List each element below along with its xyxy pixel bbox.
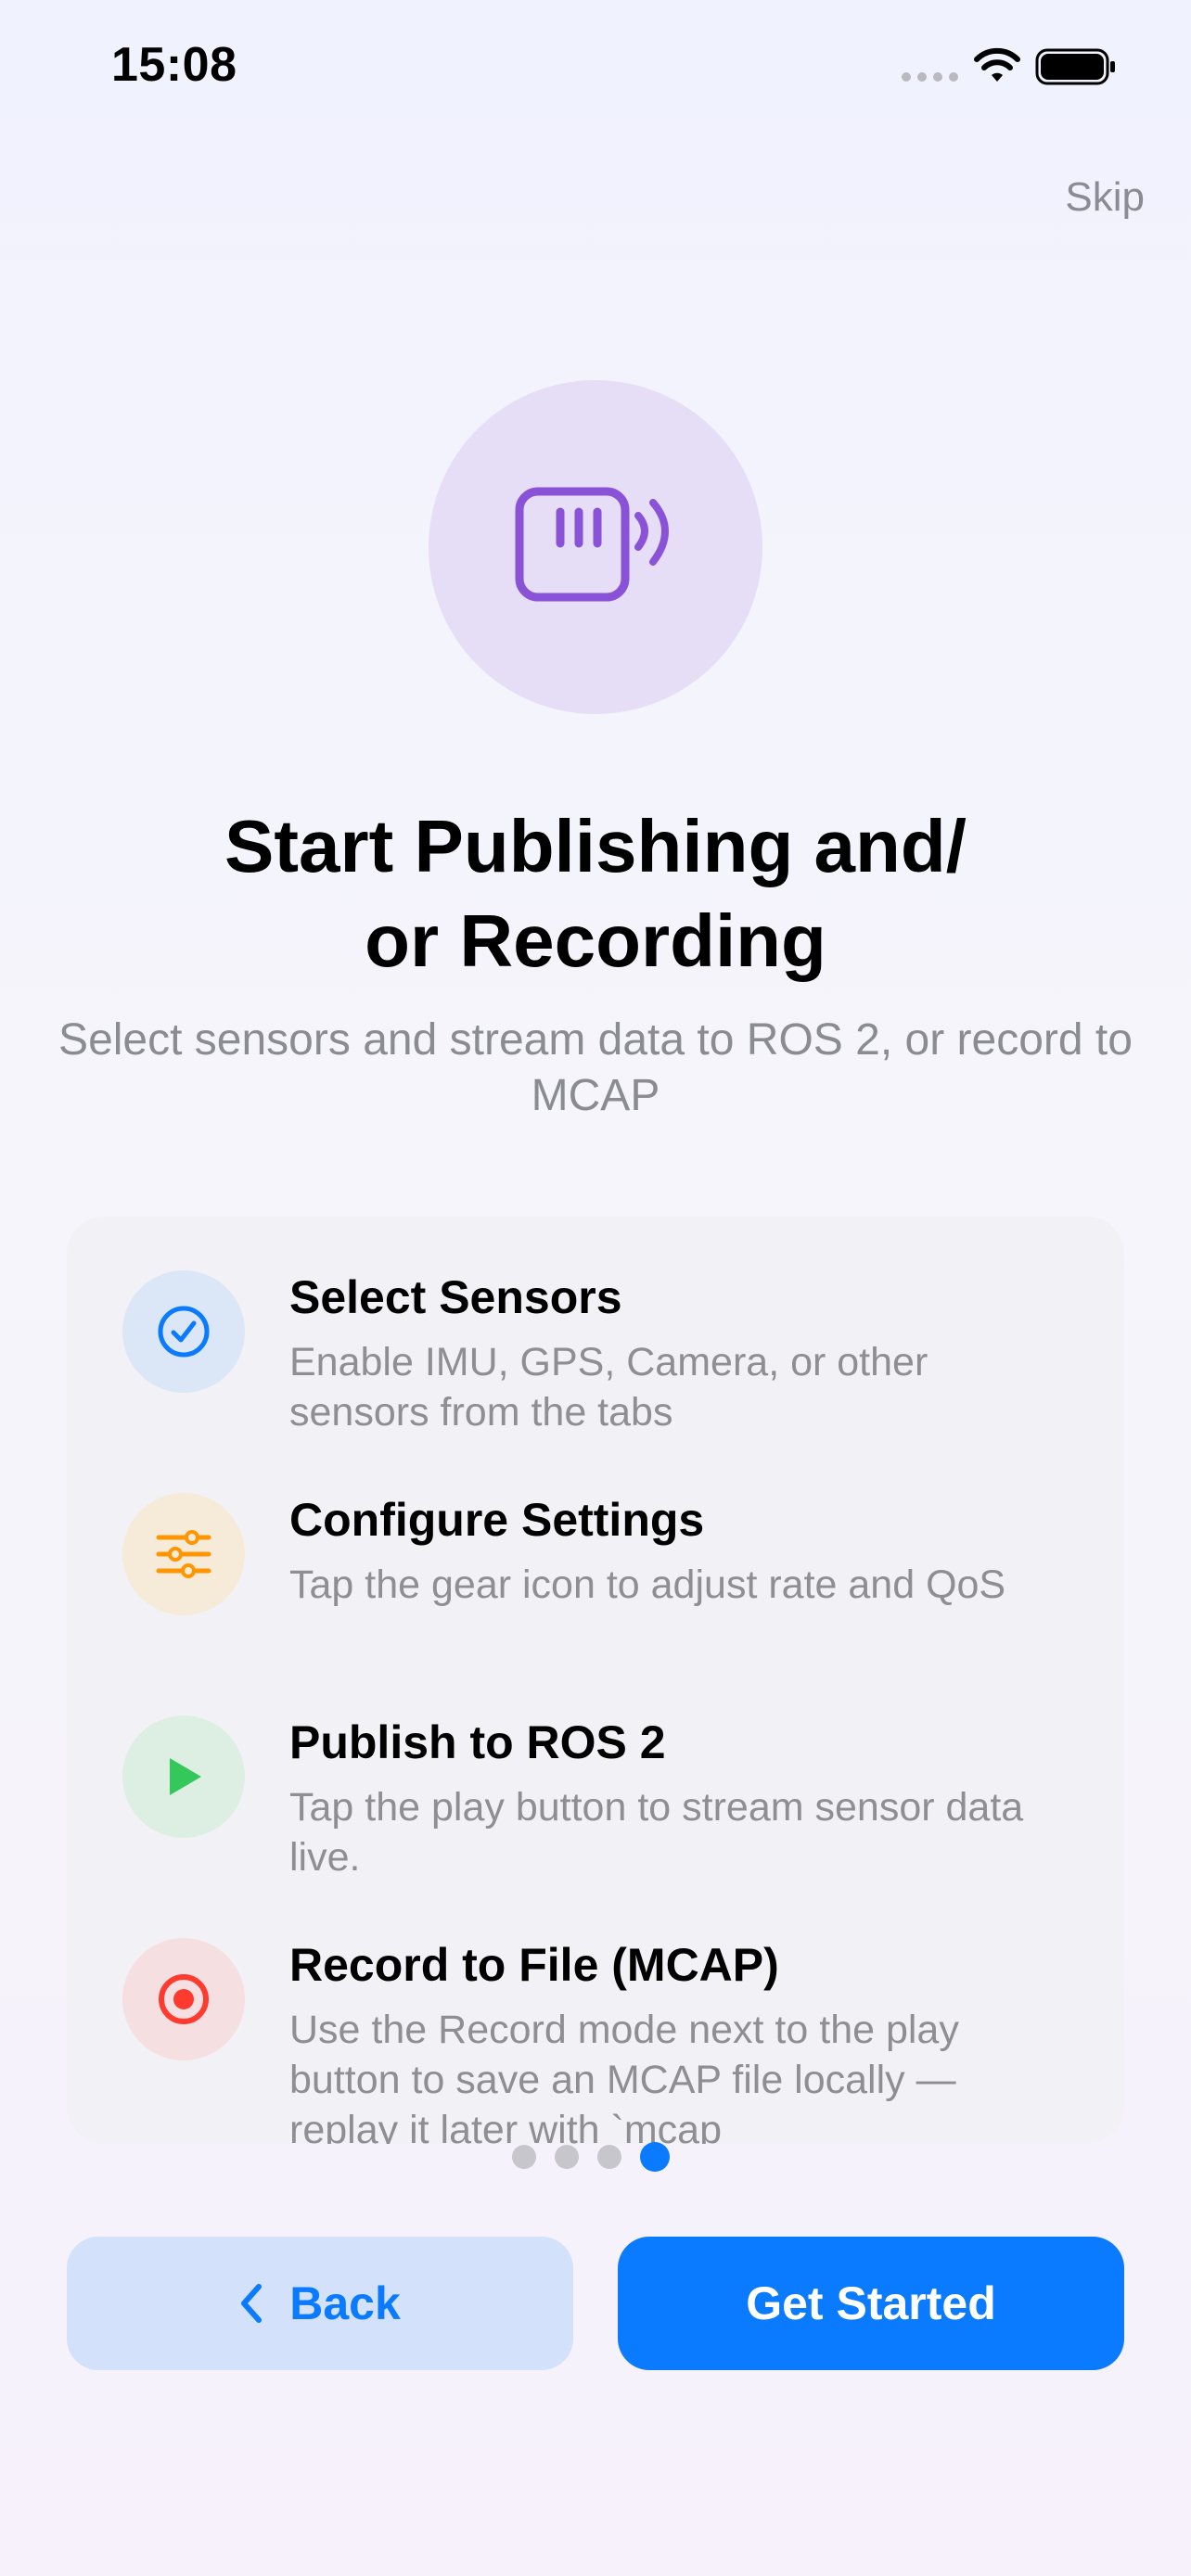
status-time: 15:08 — [111, 38, 237, 92]
checkmark-circle-icon — [122, 1270, 245, 1393]
page-dot[interactable] — [597, 2145, 621, 2169]
sliders-icon — [122, 1493, 245, 1615]
page-dot[interactable] — [512, 2145, 536, 2169]
battery-icon — [1035, 48, 1115, 85]
page-title: Start Publishing and/ or Recording — [0, 799, 1191, 988]
back-button[interactable]: Back — [67, 2237, 573, 2370]
title-line: or Recording — [365, 899, 826, 982]
page-indicator[interactable] — [512, 2142, 670, 2172]
cellular-signal-icon — [902, 72, 958, 82]
record-icon — [122, 1938, 245, 2060]
step-title: Configure Settings — [289, 1494, 705, 1546]
play-icon — [122, 1715, 245, 1838]
step-title: Select Sensors — [289, 1271, 622, 1323]
back-button-label: Back — [289, 2277, 401, 2329]
step-title: Publish to ROS 2 — [289, 1716, 666, 1768]
step-publish-ros2: Publish to ROS 2 Tap the play button to … — [67, 1662, 1124, 1884]
hero-illustration — [429, 380, 762, 714]
step-configure-settings: Configure Settings Tap the gear icon to … — [67, 1439, 1124, 1662]
status-bar: 15:08 — [0, 0, 1191, 130]
wifi-icon — [974, 47, 1020, 82]
steps-card[interactable]: Select Sensors Enable IMU, GPS, Camera, … — [67, 1217, 1124, 2144]
step-select-sensors: Select Sensors Enable IMU, GPS, Camera, … — [67, 1217, 1124, 1439]
step-description: Tap the play button to stream sensor dat… — [289, 1785, 1024, 1880]
skip-button[interactable]: Skip — [1065, 174, 1145, 221]
chevron-left-icon — [241, 2284, 263, 2323]
step-title: Record to File (MCAP) — [289, 1939, 779, 1991]
page-dot[interactable] — [555, 2145, 579, 2169]
sensor-broadcast-icon — [515, 487, 669, 602]
step-description: Tap the gear icon to adjust rate and QoS — [289, 1562, 1006, 1607]
title-line: Start Publishing and/ — [224, 805, 967, 887]
step-record-mcap: Record to File (MCAP) Use the Record mod… — [67, 1884, 1124, 2144]
get-started-button[interactable]: Get Started — [618, 2237, 1124, 2370]
step-description: Use the Record mode next to the play but… — [289, 2008, 959, 2144]
page-subtitle: Select sensors and stream data to ROS 2,… — [58, 1015, 1133, 1120]
step-description: Enable IMU, GPS, Camera, or other sensor… — [289, 1340, 928, 1435]
page-dot-active[interactable] — [640, 2142, 670, 2172]
